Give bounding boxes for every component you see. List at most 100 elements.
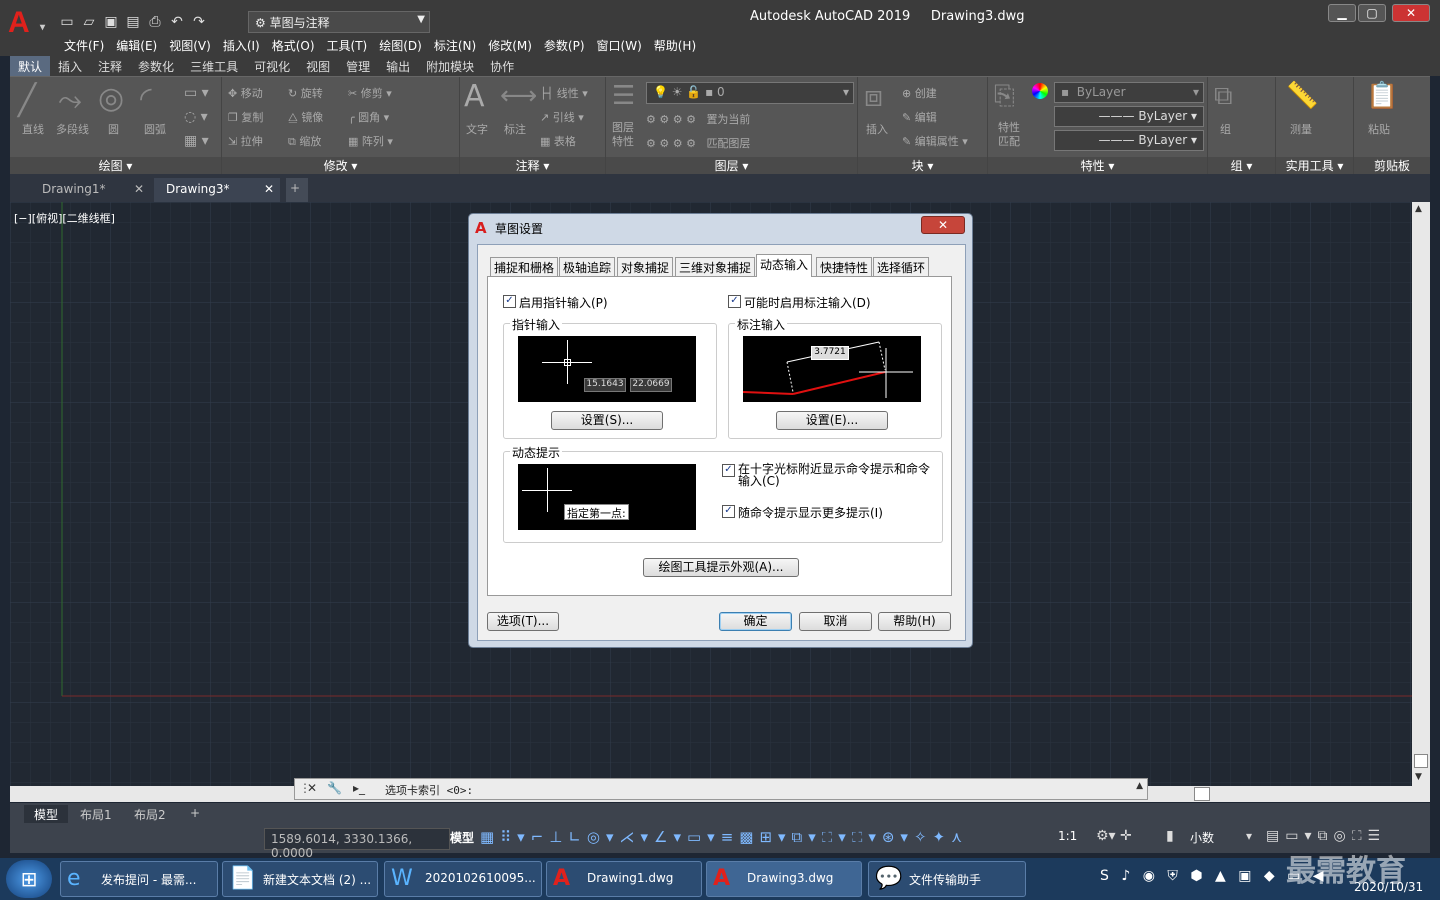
tab-quick-properties[interactable]: 快捷特性 — [816, 257, 873, 276]
text-button[interactable]: 文字 — [466, 121, 488, 137]
linear-button[interactable]: ├┤ 线性 ▾ — [540, 85, 588, 101]
tab-layout2[interactable]: 布局2 — [124, 805, 176, 823]
maximize-button[interactable]: ▢ — [1358, 4, 1386, 22]
arc-icon[interactable]: ◜ — [140, 81, 152, 116]
create-block-button[interactable]: ⊕ 创建 — [902, 85, 937, 101]
paste-button[interactable]: 粘贴 — [1368, 121, 1390, 137]
open-icon[interactable]: ▱ — [80, 13, 98, 31]
groups-panel-title[interactable]: 组 ▾ — [1208, 157, 1275, 175]
rotate-button[interactable]: ↻ 旋转 — [288, 85, 323, 101]
draw-panel-title[interactable]: 绘图 ▾ — [10, 157, 221, 175]
scroll-down-icon[interactable]: ▼ — [1415, 772, 1422, 782]
array-button[interactable]: ▦ 阵列 ▾ — [348, 133, 393, 149]
enable-pointer-input-checkbox[interactable]: 启用指针输入(P) — [503, 294, 608, 311]
menu-file[interactable]: 文件(F) — [64, 36, 116, 56]
tab-dynamic-input[interactable]: 动态输入 — [756, 254, 813, 277]
copy-button[interactable]: ❐ 复制 — [228, 109, 263, 125]
tab-annotate[interactable]: 注释 — [90, 56, 130, 76]
horizontal-scroll-thumb[interactable] — [1194, 787, 1210, 801]
workspace-select[interactable]: ⚙ 草图与注释 ▼ — [248, 11, 430, 33]
hatch-icon[interactable]: ◌ ▾ — [184, 109, 208, 125]
group-button[interactable]: 组 — [1220, 121, 1231, 137]
tab-visualize[interactable]: 可视化 — [246, 56, 298, 76]
line-icon[interactable]: ╱ — [18, 83, 36, 118]
tab-model[interactable]: 模型 — [24, 805, 69, 823]
tab-view[interactable]: 视图 — [298, 56, 338, 76]
line-button[interactable]: 直线 — [22, 121, 44, 137]
doc-tab-drawing1[interactable]: Drawing1* ✕ — [30, 178, 150, 202]
undo-icon[interactable]: ↶ — [168, 13, 186, 31]
redo-icon[interactable]: ↷ — [190, 13, 208, 31]
print-icon[interactable]: ⎙ — [146, 13, 164, 31]
layer-select[interactable]: 💡 ☀ 🔓 ▪ 0 ▾ — [646, 82, 854, 104]
tab-3d-tools[interactable]: 三维工具 — [182, 56, 246, 76]
doc-tab-drawing3[interactable]: Drawing3* ✕ — [154, 178, 280, 202]
measure-icon[interactable]: 📏 — [1286, 81, 1318, 111]
history-arrow-icon[interactable]: ▲ — [1136, 781, 1143, 791]
clock-date[interactable]: 2020/10/31 — [1354, 880, 1423, 894]
menu-parametric[interactable]: 参数(P) — [544, 36, 597, 56]
layer-tools-row2[interactable]: ⚙ ⚙ ⚙ ⚙ 匹配图层 — [646, 135, 750, 151]
modify-panel-title[interactable]: 修改 ▾ — [222, 157, 459, 175]
tab-snap-grid[interactable]: 捕捉和栅格 — [490, 257, 559, 276]
help-button[interactable]: 帮助(H) — [878, 612, 951, 631]
menu-tools[interactable]: 工具(T) — [327, 36, 380, 56]
menu-edit[interactable]: 编辑(E) — [116, 36, 169, 56]
gear-icon[interactable]: ⚙▾ ✛ — [1096, 828, 1132, 844]
wrench-icon[interactable]: 🔧 — [327, 781, 342, 795]
add-layout-button[interactable]: + — [180, 805, 210, 823]
tab-3d-object-snap[interactable]: 三维对象捕捉 — [675, 257, 756, 276]
table-button[interactable]: ▦ 表格 — [540, 133, 576, 149]
menu-dimension[interactable]: 标注(N) — [434, 36, 488, 56]
scale-button[interactable]: ⧉ 缩放 — [288, 133, 321, 149]
tab-polar-tracking[interactable]: 极轴追踪 — [559, 257, 616, 276]
color-select[interactable]: ▪ ByLayer ▾ — [1054, 82, 1204, 103]
circle-icon[interactable]: ◎ — [98, 81, 124, 116]
menu-modify[interactable]: 修改(M) — [488, 36, 544, 56]
coordinates-display[interactable]: 1589.6014, 3330.1366, 0.0000 — [264, 828, 450, 860]
circle-button[interactable]: 圆 — [108, 121, 119, 137]
show-near-cursor-checkbox[interactable]: 在十字光标附近显示命令提示和命令输入(C) — [722, 463, 934, 487]
tab-layout1[interactable]: 布局1 — [70, 805, 122, 823]
menu-format[interactable]: 格式(O) — [272, 36, 327, 56]
command-line[interactable]: ⋮ ✕ 🔧 ▸_ 选项卡索引 <0>: ▲ — [294, 778, 1148, 800]
dimension-icon[interactable]: ⟷ — [500, 81, 537, 111]
color-wheel-icon[interactable] — [1032, 83, 1048, 99]
match-properties-button[interactable]: 特性 匹配 — [998, 121, 1020, 149]
layers-panel-title[interactable]: 图层 ▾ — [606, 157, 857, 175]
options-button[interactable]: 选项(T)... — [487, 612, 559, 631]
tooltip-appearance-button[interactable]: 绘图工具提示外观(A)... — [643, 558, 799, 577]
annotation-panel-title[interactable]: 注释 ▾ — [460, 157, 605, 175]
units-select[interactable]: 小数 — [1190, 829, 1214, 846]
layer-tools-row1[interactable]: ⚙ ⚙ ⚙ ⚙ 置为当前 — [646, 111, 750, 127]
stretch-button[interactable]: ⇲ 拉伸 — [228, 133, 263, 149]
close-cmd-icon[interactable]: ✕ — [307, 781, 317, 795]
text-icon[interactable]: A — [464, 79, 485, 114]
menu-window[interactable]: 窗口(W) — [597, 36, 654, 56]
new-icon[interactable]: ▭ — [58, 13, 76, 31]
scroll-up-icon[interactable]: ▲ — [1415, 204, 1422, 214]
minimize-button[interactable]: ▁ — [1328, 4, 1356, 22]
measure-button[interactable]: 测量 — [1290, 121, 1312, 137]
tab-addins[interactable]: 附加模块 — [418, 56, 482, 76]
ok-button[interactable]: 确定 — [719, 612, 792, 631]
vertical-scrollbar[interactable]: ▲ ▼ — [1412, 202, 1430, 802]
arc-button[interactable]: 圆弧 — [144, 121, 166, 137]
tab-selection-cycling[interactable]: 选择循环 — [873, 257, 930, 276]
properties-panel-title[interactable]: 特性 ▾ — [988, 157, 1207, 175]
tab-insert[interactable]: 插入 — [50, 56, 90, 76]
save-icon[interactable]: ▣ — [102, 13, 120, 31]
menu-draw[interactable]: 绘图(D) — [379, 36, 434, 56]
task-notepad[interactable]: 📄 新建文本文档 (2) ... — [222, 861, 378, 897]
annotation-scale[interactable]: 1:1 — [1058, 829, 1077, 843]
viewport-label[interactable]: [−][俯视][二维线框] — [14, 210, 115, 226]
polyline-icon[interactable]: ⤳ — [58, 83, 82, 118]
enable-dim-input-checkbox[interactable]: 可能时启用标注输入(D) — [728, 294, 871, 311]
block-panel-title[interactable]: 块 ▾ — [858, 157, 987, 175]
mirror-button[interactable]: ⧋ 镜像 — [288, 109, 323, 125]
status-tools-icons[interactable]: ▤▭▾⧉◎⛶☰ — [1266, 828, 1386, 844]
task-wechat[interactable]: 💬 文件传输助手 — [868, 861, 1026, 897]
insert-block-icon[interactable]: ⧈ — [864, 79, 883, 114]
insert-block-button[interactable]: 插入 — [866, 121, 888, 137]
fillet-button[interactable]: ╭ 圆角 ▾ — [348, 109, 389, 125]
